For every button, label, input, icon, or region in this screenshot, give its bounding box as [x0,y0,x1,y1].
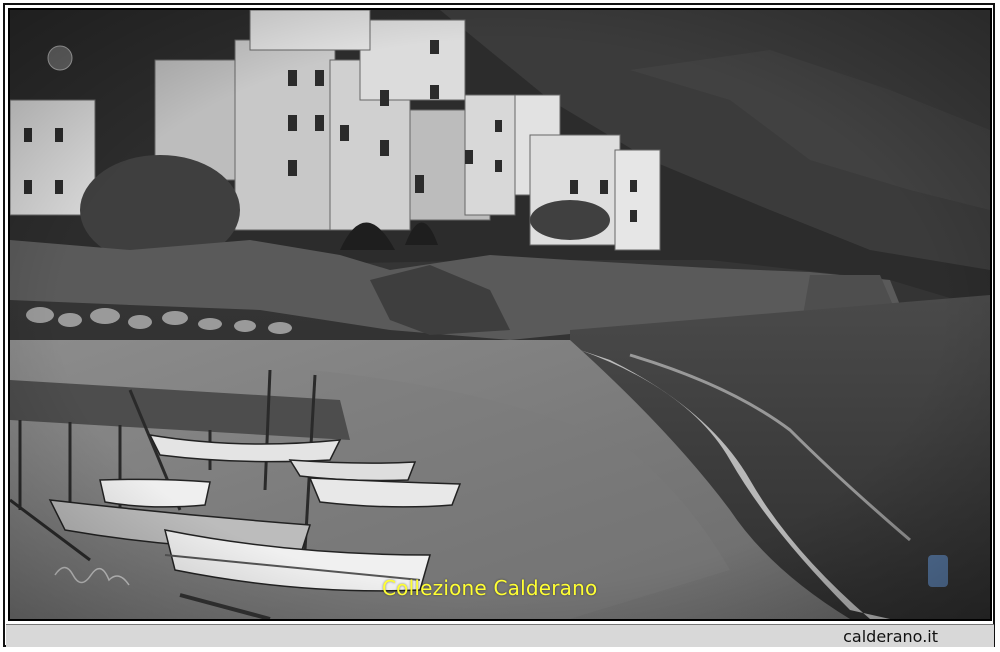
vintage-seaside-photo-icon [10,10,990,619]
photo-frame: Collezione Calderano [8,8,992,621]
footer-bar: calderano.it [6,624,994,647]
site-url[interactable]: calderano.it [843,627,938,646]
collection-watermark: Collezione Calderano [382,576,598,600]
